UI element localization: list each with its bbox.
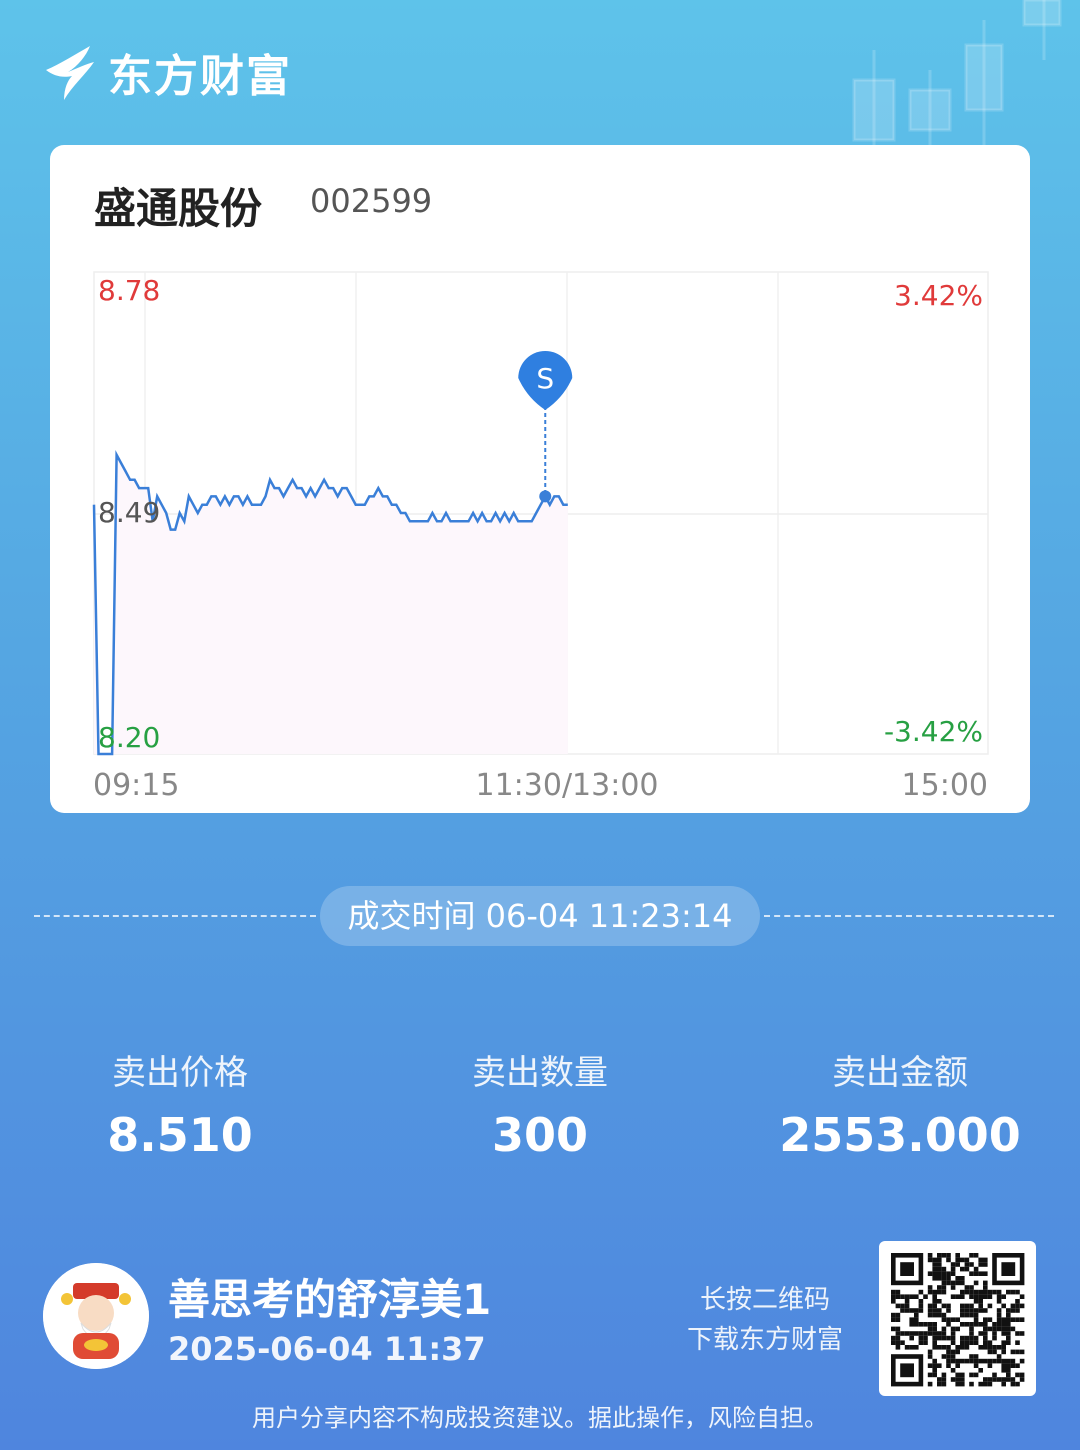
price-mid-label: 8.49 (98, 496, 160, 529)
brand-name: 东方财富 (108, 51, 292, 102)
qr-hint: 长按二维码 下载东方财富 (660, 1280, 870, 1360)
sell-marker-point (539, 490, 552, 503)
disclaimer: 用户分享内容不构成投资建议。据此操作，风险自担。 (252, 1404, 828, 1432)
sell-marker-label: S (536, 362, 554, 395)
trade-stats: 卖出价格 8.510 卖出数量 300 卖出金额 2553.000 (0, 1045, 1080, 1165)
pct-low-label: -3.42% (884, 715, 983, 748)
x-tick-label: 11:30/13:00 (475, 768, 658, 803)
price-area-fill (94, 454, 568, 754)
user-avatar[interactable] (43, 1263, 149, 1369)
intraday-chart: 8.78 8.49 8.20 3.42% -3.42% 09:15 11:30/… (92, 271, 989, 803)
x-tick-label: 15:00 (902, 768, 988, 803)
stock-chart-card[interactable]: 盛通股份 002599 8.78 8.49 8.20 3.42% -3.42% … (50, 145, 1030, 813)
sell-amount-label: 卖出金额 (832, 1053, 968, 1093)
avatar-figure-icon (43, 1263, 149, 1369)
sell-qty-label: 卖出数量 (472, 1053, 608, 1093)
brand-logo-icon (46, 46, 94, 100)
background-candles-decoration (852, 0, 1062, 150)
trade-time-row: 成交时间 06-04 11:23:14 (0, 886, 1080, 946)
qr-hint-line: 长按二维码 (699, 1285, 830, 1315)
download-qr-code[interactable] (879, 1241, 1036, 1396)
pct-high-label: 3.42% (894, 279, 983, 312)
dashed-divider-left (34, 915, 316, 917)
trade-time-pill: 成交时间 06-04 11:23:14 (320, 886, 760, 946)
sell-qty-stat: 卖出数量 300 (360, 1045, 720, 1162)
sell-price-label: 卖出价格 (112, 1053, 248, 1093)
sell-marker[interactable]: S (518, 351, 573, 503)
brand-logo: 东方财富 (42, 40, 292, 104)
sell-qty-value: 300 (491, 1108, 589, 1162)
dashed-divider-right (764, 915, 1054, 917)
sell-amount-stat: 卖出金额 2553.000 (720, 1045, 1080, 1162)
share-datetime: 2025-06-04 11:37 (168, 1330, 486, 1368)
sell-price-value: 8.510 (107, 1108, 253, 1162)
sell-amount-value: 2553.000 (779, 1108, 1021, 1162)
qr-code-icon (891, 1253, 1025, 1387)
x-tick-label: 09:15 (93, 768, 179, 803)
price-low-label: 8.20 (98, 721, 160, 754)
username: 善思考的舒淳美1 (168, 1275, 492, 1324)
qr-hint-line: 下载东方财富 (686, 1325, 843, 1355)
sell-price-stat: 卖出价格 8.510 (0, 1045, 360, 1162)
price-high-label: 8.78 (98, 274, 160, 307)
